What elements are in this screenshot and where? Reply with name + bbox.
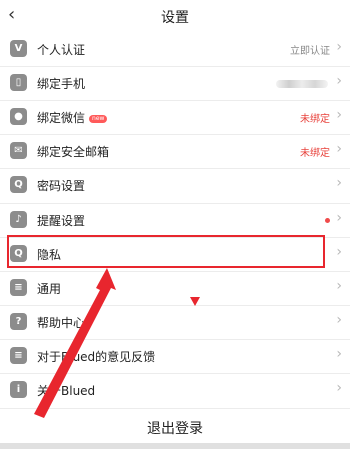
annotation-arrow-icon: [34, 268, 200, 418]
